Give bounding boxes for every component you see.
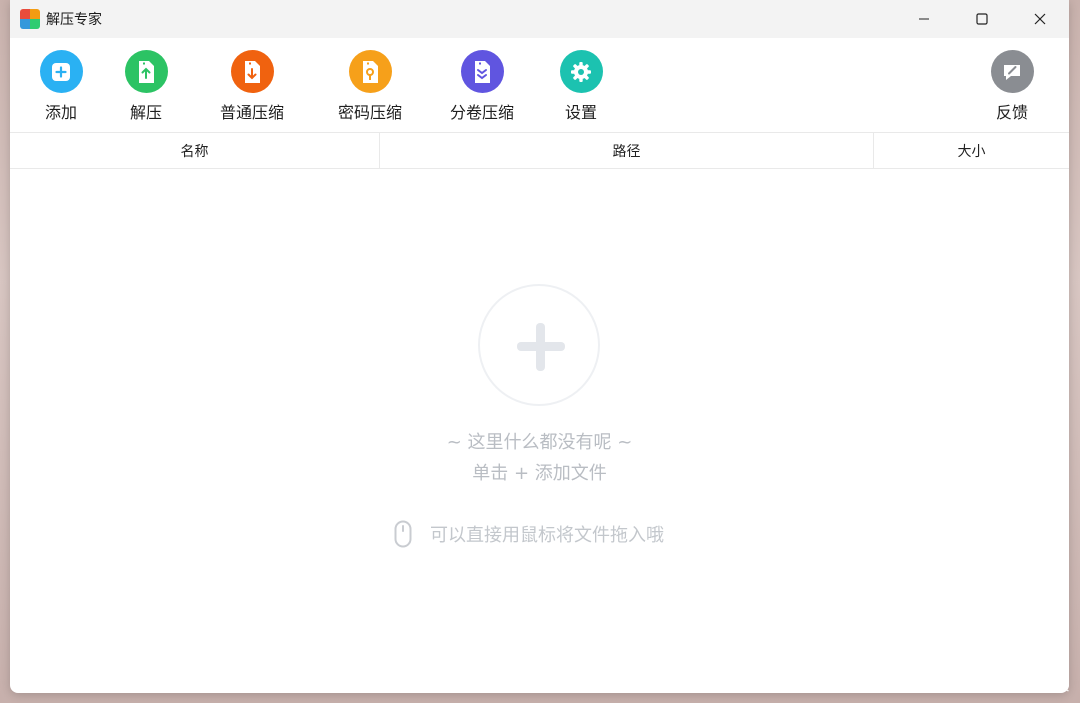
feedback-button[interactable]: 反馈 <box>962 50 1062 123</box>
add-label: 添加 <box>44 103 77 122</box>
feedback-label: 反馈 <box>995 103 1028 122</box>
watermark: 值 什么值得买 <box>964 671 1070 695</box>
empty-file-list[interactable]: ~ 这里什么都没有呢 ~ 单击 + 添加文件 可以直接用鼠标将文件拖入哦 <box>10 170 1069 693</box>
settings-icon <box>559 50 603 93</box>
empty-message: ~ 这里什么都没有呢 ~ <box>446 432 633 453</box>
watermark-text: 什么值得买 <box>989 675 1070 694</box>
split-compress-icon <box>460 50 504 93</box>
file-table-header: 名称 路径 大小 <box>10 132 1069 169</box>
extract-icon <box>124 50 168 93</box>
column-header-name[interactable]: 名称 <box>10 133 380 168</box>
drag-hint-text: 可以直接用鼠标将文件拖入哦 <box>430 525 664 546</box>
normal-compress-button[interactable]: 普通压缩 <box>202 50 302 123</box>
extract-button[interactable]: 解压 <box>96 50 196 123</box>
compress-icon <box>230 50 274 93</box>
drag-hint: 可以直接用鼠标将文件拖入哦 <box>394 520 664 548</box>
close-button[interactable] <box>1011 0 1069 38</box>
minimize-icon <box>919 18 929 20</box>
password-compress-icon <box>348 50 392 93</box>
split-compress-label: 分卷压缩 <box>449 103 514 122</box>
app-logo-icon <box>20 9 40 29</box>
window-title: 解压专家 <box>46 12 102 28</box>
settings-button[interactable]: 设置 <box>531 50 631 123</box>
minimize-button[interactable] <box>895 0 953 38</box>
empty-instruction: 单击 + 添加文件 <box>472 463 607 484</box>
split-compress-button[interactable]: 分卷压缩 <box>432 50 532 123</box>
column-header-size[interactable]: 大小 <box>874 133 1069 168</box>
add-file-plus-button[interactable] <box>478 284 600 406</box>
app-window: 解压专家 添加 解压 普通压缩 密码压缩 分卷压缩 设置 反馈 名称 路径 大小… <box>10 0 1069 693</box>
add-icon <box>39 50 83 93</box>
maximize-icon <box>976 13 988 25</box>
maximize-button[interactable] <box>953 0 1011 38</box>
settings-label: 设置 <box>564 103 597 122</box>
normal-compress-label: 普通压缩 <box>219 103 284 122</box>
close-icon <box>1034 13 1046 25</box>
watermark-logo-icon: 值 <box>964 673 985 693</box>
column-header-path[interactable]: 路径 <box>380 133 874 168</box>
title-bar[interactable]: 解压专家 <box>10 0 1069 38</box>
feedback-icon <box>990 50 1034 93</box>
extract-label: 解压 <box>129 103 162 122</box>
window-controls <box>895 0 1069 38</box>
toolbar: 添加 解压 普通压缩 密码压缩 分卷压缩 设置 反馈 <box>10 38 1069 132</box>
password-compress-label: 密码压缩 <box>337 103 402 122</box>
password-compress-button[interactable]: 密码压缩 <box>320 50 420 123</box>
mouse-icon <box>394 520 412 548</box>
